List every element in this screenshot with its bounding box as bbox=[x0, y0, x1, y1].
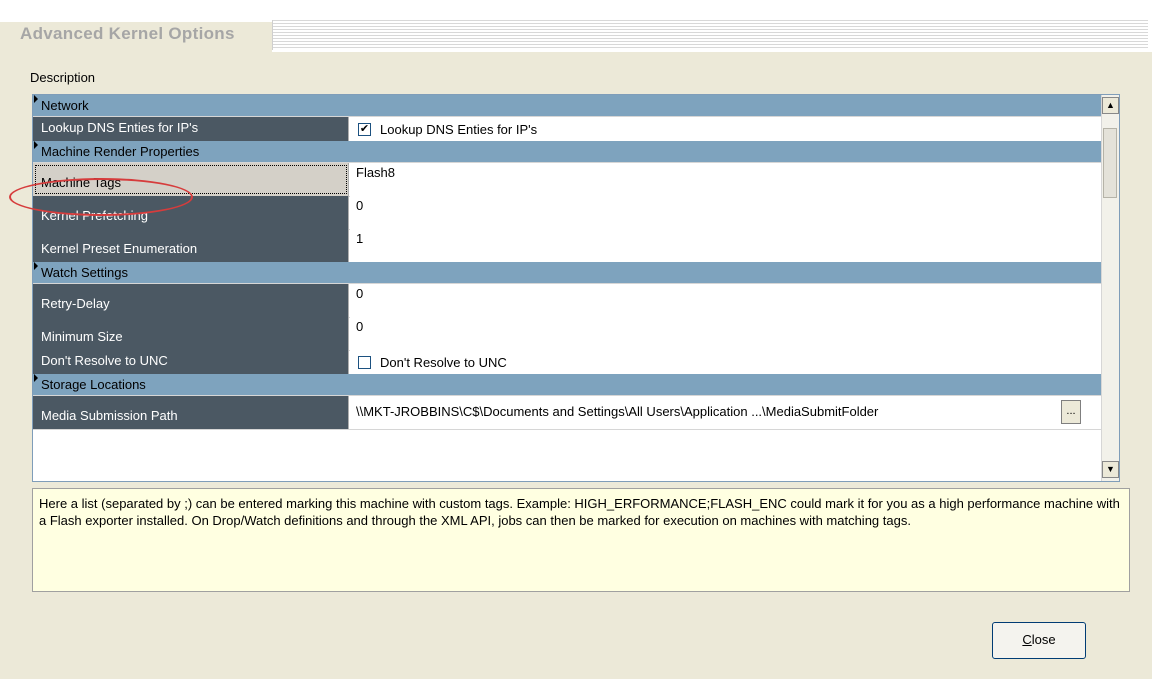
category-marker-icon bbox=[34, 141, 38, 149]
property-grid: Network Lookup DNS Enties for IP's ✔ Lookup… bbox=[32, 94, 1120, 482]
property-name[interactable]: Kernel Prefetching bbox=[33, 196, 349, 229]
property-name[interactable]: Retry-Delay bbox=[33, 284, 349, 317]
property-name[interactable]: Minimum Size bbox=[33, 317, 349, 350]
property-value-text: Flash8 bbox=[356, 165, 396, 180]
property-row[interactable]: Minimum Size 0 bbox=[33, 317, 1101, 351]
property-value[interactable]: 0 bbox=[350, 317, 1101, 350]
description-label: Description bbox=[30, 70, 96, 85]
category-marker-icon bbox=[34, 95, 38, 103]
browse-button[interactable]: ... bbox=[1061, 400, 1081, 424]
scroll-thumb[interactable] bbox=[1103, 128, 1117, 198]
property-row[interactable]: Kernel Prefetching 0 bbox=[33, 196, 1101, 230]
property-value[interactable]: ✔ Lookup DNS Enties for IP's bbox=[350, 117, 1101, 141]
property-name-label: Minimum Size bbox=[41, 329, 123, 344]
dialog-title: Advanced Kernel Options bbox=[20, 22, 237, 48]
title-bar: Advanced Kernel Options bbox=[0, 0, 1152, 52]
property-value[interactable]: 0 bbox=[350, 196, 1101, 229]
help-description-box: Here a list (separated by ;) can be ente… bbox=[32, 488, 1130, 592]
property-value[interactable]: \\MKT-JROBBINS\C$\Documents and Settings… bbox=[350, 396, 1101, 429]
property-value[interactable]: 1 bbox=[350, 229, 1101, 262]
category-row[interactable]: Network bbox=[33, 95, 1101, 117]
property-value-text: 0 bbox=[356, 319, 364, 334]
property-name-label: Machine Tags bbox=[41, 175, 121, 190]
property-row[interactable]: Kernel Preset Enumeration 1 bbox=[33, 229, 1101, 263]
vertical-scrollbar[interactable]: ▲ ▼ bbox=[1101, 95, 1119, 481]
category-label: Network bbox=[41, 98, 89, 113]
property-row[interactable]: Media Submission Path \\MKT-JROBBINS\C$\D… bbox=[33, 396, 1101, 430]
property-row[interactable]: Don't Resolve to UNC Don't Resolve to UNC bbox=[33, 350, 1101, 375]
category-label: Storage Locations bbox=[41, 377, 146, 392]
property-name-label: Kernel Preset Enumeration bbox=[41, 241, 198, 256]
close-mnemonic: C bbox=[1022, 632, 1032, 647]
property-checkbox[interactable]: ✔ bbox=[358, 123, 371, 136]
property-row[interactable]: Retry-Delay 0 bbox=[33, 284, 1101, 318]
property-value-text: 0 bbox=[356, 198, 364, 213]
property-value-text: 1 bbox=[356, 231, 364, 246]
property-checkbox[interactable] bbox=[358, 356, 371, 369]
property-name-label: Retry-Delay bbox=[41, 296, 110, 311]
property-value[interactable]: 0 bbox=[350, 284, 1101, 317]
scroll-down-icon[interactable]: ▼ bbox=[1102, 461, 1119, 478]
property-name[interactable]: Lookup DNS Enties for IP's bbox=[33, 117, 349, 141]
category-marker-icon bbox=[34, 374, 38, 382]
property-row[interactable]: Machine Tags Flash8 bbox=[33, 163, 1101, 197]
scroll-up-icon[interactable]: ▲ bbox=[1102, 97, 1119, 114]
category-label: Watch Settings bbox=[41, 265, 128, 280]
close-button[interactable]: Close bbox=[992, 622, 1086, 659]
property-name[interactable]: Machine Tags bbox=[33, 163, 349, 196]
checkbox-label: Lookup DNS Enties for IP's bbox=[380, 122, 538, 137]
category-label: Machine Render Properties bbox=[41, 144, 200, 159]
property-name-label: Kernel Prefetching bbox=[41, 208, 148, 223]
category-row[interactable]: Watch Settings bbox=[33, 262, 1101, 284]
property-name-label: Don't Resolve to UNC bbox=[41, 353, 168, 368]
property-name-label: Lookup DNS Enties for IP's bbox=[41, 120, 199, 135]
advanced-kernel-options-dialog: Advanced Kernel Options Description Netw… bbox=[0, 0, 1152, 679]
property-name[interactable]: Kernel Preset Enumeration bbox=[33, 229, 349, 262]
property-value[interactable]: Don't Resolve to UNC bbox=[350, 350, 1101, 374]
property-value-text: \\MKT-JROBBINS\C$\Documents and Settings… bbox=[356, 404, 879, 419]
property-value[interactable]: Flash8 bbox=[350, 163, 1101, 196]
property-name[interactable]: Media Submission Path bbox=[33, 396, 349, 429]
property-value-text: 0 bbox=[356, 286, 364, 301]
property-name[interactable]: Don't Resolve to UNC bbox=[33, 350, 349, 374]
property-row[interactable]: Lookup DNS Enties for IP's ✔ Lookup DNS En… bbox=[33, 117, 1101, 142]
category-marker-icon bbox=[34, 262, 38, 270]
category-row[interactable]: Storage Locations bbox=[33, 374, 1101, 396]
title-decoration bbox=[272, 20, 1148, 50]
property-name-label: Media Submission Path bbox=[41, 408, 178, 423]
category-row[interactable]: Machine Render Properties bbox=[33, 141, 1101, 163]
close-label: lose bbox=[1031, 632, 1056, 647]
checkbox-label: Don't Resolve to UNC bbox=[380, 355, 507, 370]
